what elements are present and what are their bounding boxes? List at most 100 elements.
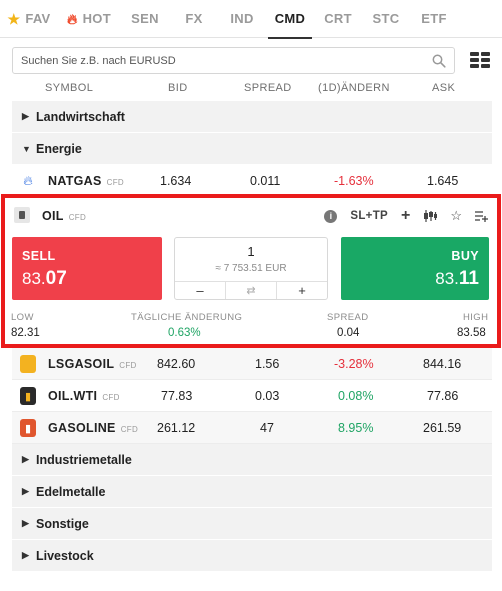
spread-value: 0.011 bbox=[250, 174, 281, 188]
spread-label: SPREAD bbox=[327, 312, 369, 323]
category-label: Industriemetalle bbox=[36, 452, 132, 467]
add-to-list-icon[interactable] bbox=[475, 210, 488, 222]
tab-stc-label: STC bbox=[372, 11, 400, 26]
category-industriemetalle[interactable]: ▶ Industriemetalle bbox=[12, 444, 492, 476]
search-box bbox=[12, 47, 455, 74]
tab-crt-label: CRT bbox=[324, 11, 352, 26]
instrument-row-gasoline[interactable]: ▮ GASOLINE CFD 261.12 47 8.95% 261.59 bbox=[12, 412, 492, 444]
tab-hot-label: HOT bbox=[82, 11, 111, 26]
search-input[interactable] bbox=[21, 54, 432, 67]
tab-fx-label: FX bbox=[185, 11, 203, 26]
barrel-icon bbox=[20, 355, 36, 373]
symbol: OIL bbox=[42, 209, 64, 223]
bid-value: 1.634 bbox=[160, 174, 192, 188]
tab-sen[interactable]: SEN bbox=[120, 0, 170, 38]
fire-icon: 🔥︎ bbox=[67, 10, 78, 27]
category-label: Livestock bbox=[36, 548, 94, 563]
instrument-tabs: ★ FAV 🔥︎ HOT SEN FX IND CMD CRT STC ETF bbox=[0, 0, 502, 39]
category-energie[interactable]: ▼ Energie bbox=[12, 133, 492, 165]
tab-ind[interactable]: IND bbox=[218, 0, 266, 38]
column-headers: SYMBOL BID SPREAD (1D)ÄNDERN ASK bbox=[12, 80, 492, 98]
change-value: 8.95% bbox=[338, 421, 374, 435]
low-value: 82.31 bbox=[11, 327, 40, 339]
category-label: Energie bbox=[36, 141, 82, 156]
col-change: (1D)ÄNDERN bbox=[318, 82, 390, 94]
tab-fav[interactable]: ★ FAV bbox=[0, 0, 58, 38]
tab-fx[interactable]: FX bbox=[170, 0, 218, 38]
spread-value: 47 bbox=[260, 421, 274, 435]
quantity-value[interactable]: 1 bbox=[175, 244, 327, 259]
instrument-row-natgas[interactable]: 🔥︎ NATGAS CFD 1.634 0.011 -1.63% 1.645 bbox=[12, 165, 492, 197]
category-livestock[interactable]: ▶ Livestock bbox=[12, 540, 492, 572]
grid-view-icon[interactable] bbox=[470, 52, 490, 68]
increase-button[interactable]: + bbox=[277, 282, 327, 299]
bid-value: 842.60 bbox=[157, 357, 196, 371]
tab-etf[interactable]: ETF bbox=[410, 0, 458, 38]
decrease-button[interactable]: – bbox=[175, 282, 226, 299]
caret-right-icon: ▶ bbox=[22, 518, 29, 528]
sl-tp-button[interactable]: SL+TP bbox=[350, 210, 388, 222]
daily-change-label: TÄGLICHE ÄNDERUNG bbox=[131, 312, 243, 323]
instrument-row-oil-wti[interactable]: ▮ OIL.WTI CFD 77.83 0.03 0.08% 77.86 bbox=[12, 380, 492, 412]
quantity-stepper: 1 ≈ 7 753.51 EUR – ⇄ + bbox=[174, 237, 328, 300]
cfd-tag: CFD bbox=[106, 178, 124, 187]
symbol: OIL.WTI bbox=[48, 389, 98, 403]
symbol-cell: GASOLINE CFD bbox=[48, 421, 138, 435]
instrument-row-lsgasoil[interactable]: LSGASOIL CFD 842.60 1.56 -3.28% 844.16 bbox=[12, 348, 492, 380]
symbol: LSGASOIL bbox=[48, 357, 115, 371]
sell-price: 83.07 bbox=[22, 268, 67, 290]
search-icon[interactable] bbox=[432, 54, 446, 68]
high-value: 83.58 bbox=[457, 327, 486, 339]
change-value: 0.08% bbox=[338, 389, 374, 403]
caret-right-icon: ▶ bbox=[22, 486, 29, 496]
category-edelmetalle[interactable]: ▶ Edelmetalle bbox=[12, 476, 492, 508]
change-value: -3.28% bbox=[334, 357, 374, 371]
symbol: GASOLINE bbox=[48, 421, 116, 435]
buy-price-main: 83. bbox=[435, 269, 459, 288]
candlestick-chart-icon[interactable] bbox=[423, 210, 438, 222]
quantity-eur-value: ≈ 7 753.51 EUR bbox=[215, 263, 287, 274]
tab-hot[interactable]: 🔥︎ HOT bbox=[58, 0, 120, 38]
tab-cmd[interactable]: CMD bbox=[266, 0, 314, 39]
instrument-list: ▶ Landwirtschaft ▼ Energie 🔥︎ NATGAS CFD … bbox=[12, 101, 492, 197]
caret-down-icon: ▼ bbox=[22, 143, 31, 154]
symbol: NATGAS bbox=[48, 174, 102, 188]
category-landwirtschaft[interactable]: ▶ Landwirtschaft bbox=[12, 101, 492, 133]
flame-icon: 🔥︎ bbox=[23, 173, 33, 188]
favorite-star-icon[interactable]: ☆ bbox=[450, 208, 462, 224]
cfd-tag: CFD bbox=[102, 393, 120, 402]
buy-button[interactable]: BUY 83.11 bbox=[341, 237, 489, 300]
daily-change-value: 0.63% bbox=[168, 327, 201, 339]
category-sonstige[interactable]: ▶ Sonstige bbox=[12, 508, 492, 540]
change-value: -1.63% bbox=[334, 174, 374, 188]
low-label: LOW bbox=[11, 312, 34, 323]
tab-stc[interactable]: STC bbox=[362, 0, 410, 38]
spread-value: 0.04 bbox=[337, 327, 360, 339]
swap-icon[interactable]: ⇄ bbox=[226, 282, 277, 299]
col-ask: ASK bbox=[432, 82, 456, 94]
tab-sen-label: SEN bbox=[131, 11, 159, 26]
oil-trade-panel: OIL CFD i SL+TP + ☆ SELL 83.07 1 ≈ 7 753.… bbox=[1, 194, 501, 348]
oil-symbol-cell: OIL CFD bbox=[42, 209, 86, 223]
caret-right-icon: ▶ bbox=[22, 454, 29, 464]
tab-crt[interactable]: CRT bbox=[314, 0, 362, 38]
add-icon[interactable]: + bbox=[401, 207, 410, 225]
bid-value: 261.12 bbox=[157, 421, 196, 435]
info-icon[interactable]: i bbox=[324, 209, 338, 223]
sell-button[interactable]: SELL 83.07 bbox=[12, 237, 162, 300]
ask-value: 844.16 bbox=[423, 357, 462, 371]
col-symbol: SYMBOL bbox=[45, 82, 94, 94]
spread-value: 1.56 bbox=[255, 357, 280, 371]
quantity-controls: – ⇄ + bbox=[175, 281, 327, 299]
symbol-cell: LSGASOIL CFD bbox=[48, 357, 137, 371]
tab-cmd-label: CMD bbox=[274, 11, 306, 26]
fuel-can-icon: ▮ bbox=[20, 419, 36, 437]
category-label: Sonstige bbox=[36, 516, 89, 531]
spread-value: 0.03 bbox=[255, 389, 280, 403]
ask-value: 261.59 bbox=[423, 421, 462, 435]
cfd-tag: CFD bbox=[68, 213, 87, 222]
sell-price-main: 83. bbox=[22, 269, 46, 288]
sell-label: SELL bbox=[22, 249, 56, 263]
symbol-cell: OIL.WTI CFD bbox=[48, 389, 120, 403]
buy-price: 83.11 bbox=[435, 268, 479, 290]
